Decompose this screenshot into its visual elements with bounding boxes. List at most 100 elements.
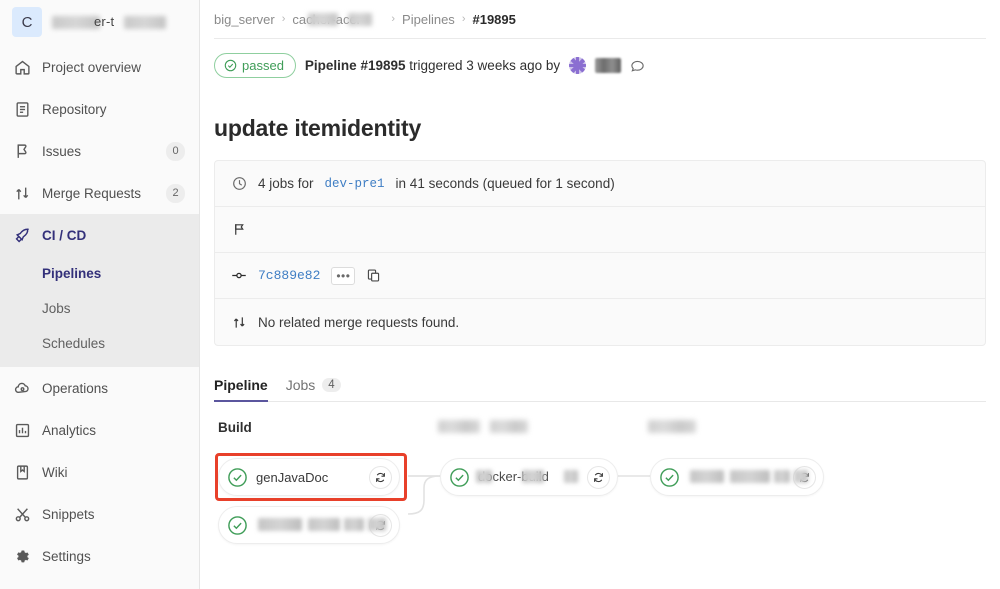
clock-icon [231, 176, 247, 191]
project-header[interactable]: C er-t [0, 0, 199, 46]
merge-request-text: No related merge requests found. [258, 315, 459, 330]
pipeline-job-genjavadoc[interactable]: genJavaDoc [218, 458, 400, 496]
pipeline-info-card: 4 jobs for dev-pre1 in 41 seconds (queue… [214, 160, 986, 346]
pipeline-job-label-redacted [256, 518, 361, 532]
commit-sha-link[interactable]: 7c889e82 [258, 268, 320, 283]
gitlab-pipeline-page: C er-t Project overview Repository [0, 0, 1000, 589]
status-badge-label: passed [242, 58, 284, 73]
branch-link[interactable]: dev-pre1 [325, 177, 385, 191]
sidebar-item-label: CI / CD [42, 228, 185, 243]
issue-icon [14, 143, 31, 160]
sidebar-item-operations[interactable]: Operations [0, 367, 199, 409]
user-avatar[interactable] [569, 57, 586, 74]
sidebar-item-label: Operations [42, 381, 185, 396]
sidebar-nav-lower: Operations Analytics Wiki Snippets [0, 367, 199, 577]
flag-row [215, 207, 985, 253]
retry-icon[interactable] [587, 466, 610, 489]
sidebar-item-label: Snippets [42, 507, 185, 522]
sidebar-item-issues[interactable]: Issues 0 [0, 130, 199, 172]
pipeline-job-redacted-1[interactable] [218, 506, 400, 544]
sidebar-item-label: Repository [42, 102, 185, 117]
pipeline-tabs: Pipeline Jobs 4 [214, 368, 986, 402]
pipeline-job-redacted-2[interactable] [650, 458, 824, 496]
commit-more-button[interactable]: ••• [331, 267, 355, 285]
sidebar-item-settings[interactable]: Settings [0, 535, 199, 577]
tab-jobs-label: Jobs [286, 377, 316, 393]
pipeline-status-row: passed Pipeline #19895 triggered 3 weeks… [200, 39, 1000, 78]
copy-icon[interactable] [366, 268, 381, 283]
sidebar-item-project-overview[interactable]: Project overview [0, 46, 199, 88]
stage-header-build: Build [218, 420, 252, 435]
status-badge[interactable]: passed [214, 53, 296, 78]
jobs-count-text: 4 jobs for [258, 176, 314, 191]
document-icon [14, 101, 31, 118]
sidebar-item-label: Merge Requests [42, 186, 155, 201]
sidebar-item-ci-cd[interactable]: CI / CD [0, 214, 199, 256]
pipeline-job-docker-build[interactable]: docker-build [440, 458, 618, 496]
sidebar-item-merge-requests[interactable]: Merge Requests 2 [0, 172, 199, 214]
pipeline-graph: Build genJavaDoc [214, 402, 1000, 562]
pipeline-trigger-suffix: triggered 3 weeks ago by [409, 58, 560, 73]
sidebar-item-label: Issues [42, 144, 155, 159]
page-title: update itemidentity [200, 93, 1000, 142]
tab-jobs[interactable]: Jobs 4 [286, 377, 341, 401]
breadcrumb-separator: › [462, 13, 466, 25]
retry-icon[interactable] [369, 466, 392, 489]
trigger-badge-redacted [595, 58, 621, 73]
jobs-summary-row: 4 jobs for dev-pre1 in 41 seconds (queue… [215, 161, 985, 207]
breadcrumb-item-project-redacted[interactable]: cacher-acer [292, 12, 384, 26]
chart-icon [14, 422, 31, 439]
job-status-success-icon [227, 467, 248, 488]
tab-pipeline[interactable]: Pipeline [214, 377, 268, 401]
sidebar-item-analytics[interactable]: Analytics [0, 409, 199, 451]
sidebar-item-schedules[interactable]: Schedules [0, 326, 199, 361]
duration-text: in 41 seconds (queued for 1 second) [396, 176, 615, 191]
stage-header-redacted [490, 420, 528, 433]
sidebar-item-repository[interactable]: Repository [0, 88, 199, 130]
merge-requests-count-badge: 2 [166, 184, 185, 203]
job-status-success-icon [227, 515, 248, 536]
breadcrumb-separator: › [391, 13, 395, 25]
pipeline-id-text: Pipeline #19895 [305, 58, 406, 73]
cloud-icon [14, 380, 31, 397]
project-name-redacted: er-t [52, 16, 187, 29]
home-icon [14, 59, 31, 76]
tab-jobs-count: 4 [322, 378, 340, 392]
rocket-icon [14, 227, 31, 244]
breadcrumb-item-pipelines[interactable]: Pipelines [402, 12, 455, 27]
sidebar-nav: Project overview Repository Issues 0 [0, 46, 199, 256]
merge-request-icon [14, 185, 31, 202]
pipeline-trigger-text: Pipeline #19895 triggered 3 weeks ago by [305, 58, 560, 73]
commit-row: 7c889e82 ••• [215, 253, 985, 299]
merge-request-icon [231, 315, 247, 330]
flag-icon [231, 222, 247, 237]
project-name-visible: er-t [94, 14, 114, 29]
job-status-success-icon [449, 467, 470, 488]
job-status-success-icon [659, 467, 680, 488]
project-avatar: C [12, 7, 42, 37]
breadcrumb-separator: › [282, 13, 286, 25]
scissors-icon [14, 506, 31, 523]
stage-header-redacted [648, 420, 696, 433]
ci-cd-subnav: Pipelines Jobs Schedules [0, 256, 199, 367]
sidebar-item-label: Settings [42, 549, 185, 564]
breadcrumb-item-project-group[interactable]: big_server [214, 12, 275, 27]
comment-icon[interactable] [630, 58, 645, 73]
sidebar-item-pipelines[interactable]: Pipelines [0, 256, 199, 291]
sidebar: C er-t Project overview Repository [0, 0, 200, 589]
stage-header-redacted [438, 420, 480, 433]
pipeline-job-label: genJavaDoc [256, 470, 361, 485]
sidebar-item-label: Analytics [42, 423, 185, 438]
breadcrumb: big_server › cacher-acer › Pipelines › #… [200, 4, 1000, 34]
pipeline-job-label-partial: docker-build [478, 470, 579, 484]
sidebar-item-jobs[interactable]: Jobs [0, 291, 199, 326]
tab-pipeline-label: Pipeline [214, 377, 268, 393]
sidebar-item-snippets[interactable]: Snippets [0, 493, 199, 535]
merge-request-row: No related merge requests found. [215, 299, 985, 345]
sidebar-item-label: Project overview [42, 60, 185, 75]
sidebar-item-wiki[interactable]: Wiki [0, 451, 199, 493]
pipeline-job-label-redacted [688, 470, 785, 484]
breadcrumb-item-pipeline-id[interactable]: #19895 [472, 12, 515, 27]
sidebar-item-label: Wiki [42, 465, 185, 480]
issues-count-badge: 0 [166, 142, 185, 161]
